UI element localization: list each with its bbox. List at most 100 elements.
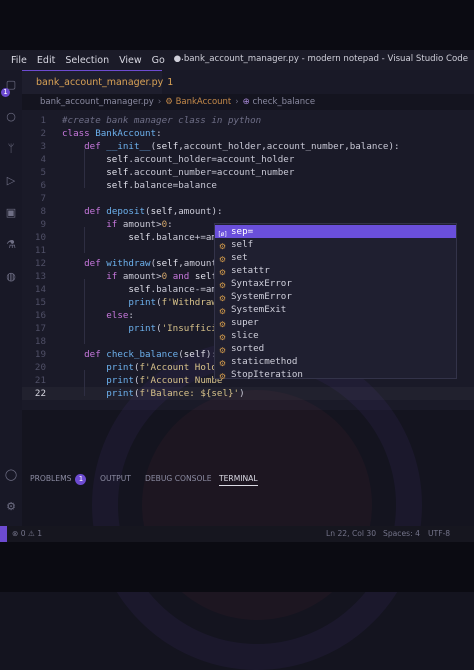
code-line[interactable]: 5 self.account_number=account_number (22, 166, 474, 179)
code-text[interactable]: def deposit(self,amount): (62, 205, 222, 218)
code-text[interactable]: def check_balance(self): (62, 348, 217, 361)
suggestion-label: SystemExit (231, 304, 287, 315)
line-number: 17 (34, 323, 46, 334)
suggestion-label: slice (231, 330, 259, 341)
breadcrumb-class[interactable]: BankAccount (176, 97, 232, 107)
suggestion-item[interactable]: ⚙ SystemExit (215, 303, 456, 316)
suggestion-label: staticmethod (231, 356, 298, 367)
suggestion-item[interactable]: ⚙ SyntaxError (215, 277, 456, 290)
menu-selection[interactable]: Selection (60, 55, 114, 66)
code-line[interactable]: 22 print(f'Balance: ${sel}') (22, 387, 474, 400)
suggestion-label: SystemError (231, 291, 292, 302)
line-number: 18 (34, 336, 46, 347)
breadcrumb-method[interactable]: check_balance (252, 97, 315, 107)
suggestion-item[interactable]: ⚙ sorted (215, 342, 456, 355)
code-text[interactable]: print(f'Withdraw (62, 296, 217, 309)
extensions-icon[interactable]: ▣ (4, 206, 18, 220)
problems-status[interactable]: ⊗ 0 ⚠ 1 (12, 529, 42, 538)
window-title: ● bank_account_manager.py - modern notep… (173, 54, 468, 64)
line-number: 7 (40, 193, 46, 204)
suggestion-item[interactable]: ⚙ super (215, 316, 456, 329)
editor-tab-bar: bank_account_manager.py 1 (22, 70, 474, 94)
panel-tab-bar: PROBLEMS 1 OUTPUT DEBUG CONSOLE TERMINAL (22, 470, 474, 488)
indent-guide (84, 227, 85, 253)
suggestion-item[interactable]: [ø] sep= (215, 225, 456, 238)
cursor-position[interactable]: Ln 22, Col 30 (326, 529, 376, 538)
line-number: 5 (40, 167, 46, 178)
code-text[interactable]: self.balance=balance (62, 179, 217, 192)
activity-badge: 1 (1, 88, 10, 97)
problems-count-badge: 1 (75, 474, 87, 485)
tab-bank-account-manager[interactable]: bank_account_manager.py 1 (22, 70, 173, 94)
menu-view[interactable]: View (114, 55, 147, 66)
activity-bar: ▢ 1 ○ ᛘ ▷ ▣ ⚗ ◍ ◯ ⚙ (0, 70, 22, 542)
tab-terminal[interactable]: TERMINAL (219, 474, 258, 486)
code-text[interactable]: class BankAccount: (62, 127, 162, 140)
suggestion-label: setattr (231, 265, 270, 276)
bottom-letterbox (0, 542, 474, 592)
menu-edit[interactable]: Edit (32, 55, 60, 66)
chevron-right-icon: › (235, 97, 239, 107)
code-line[interactable]: 1 #create bank manager class in python (22, 114, 474, 127)
suggestion-label: sep= (231, 226, 254, 237)
code-text[interactable]: self.account_number=account_number (62, 166, 294, 179)
code-text[interactable]: #create bank manager class in python (62, 114, 261, 127)
suggestion-item[interactable]: ⚙ StopIteration (215, 368, 456, 381)
method-symbol-icon: ⊕ (242, 97, 253, 107)
suggestion-item[interactable]: ⚙ setattr (215, 264, 456, 277)
line-number: 6 (40, 180, 46, 191)
suggestion-item[interactable]: ⚙ staticmethod (215, 355, 456, 368)
suggestion-item[interactable]: ⚙ slice (215, 329, 456, 342)
suggestion-label: StopIteration (231, 369, 303, 380)
code-text[interactable]: if amount>0 and self. (62, 270, 222, 283)
code-text[interactable]: self.balance+=amo (62, 231, 222, 244)
code-line[interactable]: 7 (22, 192, 474, 205)
suggestion-label: super (231, 317, 259, 328)
menu-file[interactable]: File (6, 55, 32, 66)
code-text[interactable]: print(f'Account Holde (62, 361, 222, 374)
code-text[interactable]: self.account_holder=account_holder (62, 153, 294, 166)
suggestion-item[interactable]: ⚙ self (215, 238, 456, 251)
run-debug-icon[interactable]: ▷ (4, 174, 18, 188)
code-line[interactable]: 4 self.account_holder=account_holder (22, 153, 474, 166)
suggestion-item[interactable]: ⚙ set (215, 251, 456, 264)
settings-gear-icon[interactable]: ⚙ (4, 500, 18, 514)
problems-label: PROBLEMS (30, 474, 72, 483)
search-icon[interactable]: ○ (4, 110, 18, 124)
code-text[interactable]: def __init__(self,account_holder,account… (62, 140, 399, 153)
tab-output[interactable]: OUTPUT (100, 474, 131, 483)
code-text[interactable]: print(f'Balance: ${sel}') (62, 387, 244, 400)
class-symbol-icon: ⚙ (165, 97, 176, 107)
line-number: 20 (34, 362, 46, 373)
indentation-status[interactable]: Spaces: 4 (383, 529, 420, 538)
code-text[interactable]: print(f'Account Numbe (62, 374, 222, 387)
menu-go[interactable]: Go (147, 55, 170, 66)
code-line[interactable]: 8 def deposit(self,amount): (22, 205, 474, 218)
breadcrumb-file[interactable]: bank_account_manager.py (40, 97, 154, 107)
line-number: 22 (34, 388, 46, 399)
remote-indicator[interactable] (0, 526, 7, 542)
suggestion-label: set (231, 252, 248, 263)
testing-icon[interactable]: ⚗ (4, 238, 18, 252)
code-text[interactable]: if amount>0: (62, 218, 172, 231)
account-icon[interactable]: ◯ (4, 468, 18, 482)
symbol-icon: ⚙ (218, 372, 227, 381)
tab-problems[interactable]: PROBLEMS 1 (30, 474, 87, 485)
encoding-status[interactable]: UTF-8 (428, 529, 450, 538)
source-control-icon[interactable]: ᛘ (4, 142, 18, 156)
tab-debug-console[interactable]: DEBUG CONSOLE (145, 474, 212, 483)
autocomplete-popup[interactable]: [ø] sep= ⚙ self ⚙ set ⚙ setattr ⚙ SyntaxError ⚙ Sys… (214, 223, 457, 381)
title-bar: File Edit Selection View Go ··· ● bank_a… (0, 50, 474, 70)
chevron-right-icon: › (157, 97, 162, 107)
code-text[interactable]: self.balance-=amo (62, 283, 222, 296)
code-text[interactable]: print('Insufficie (62, 322, 222, 335)
line-number: 8 (40, 206, 46, 217)
code-text[interactable]: else: (62, 309, 134, 322)
code-line[interactable]: 2 class BankAccount: (22, 127, 474, 140)
suggestion-item[interactable]: ⚙ SystemError (215, 290, 456, 303)
code-text[interactable]: def withdraw(self,amount): (62, 257, 228, 270)
code-line[interactable]: 3 def __init__(self,account_holder,accou… (22, 140, 474, 153)
line-number: 14 (34, 284, 46, 295)
remote-icon[interactable]: ◍ (4, 270, 18, 284)
code-line[interactable]: 6 self.balance=balance (22, 179, 474, 192)
